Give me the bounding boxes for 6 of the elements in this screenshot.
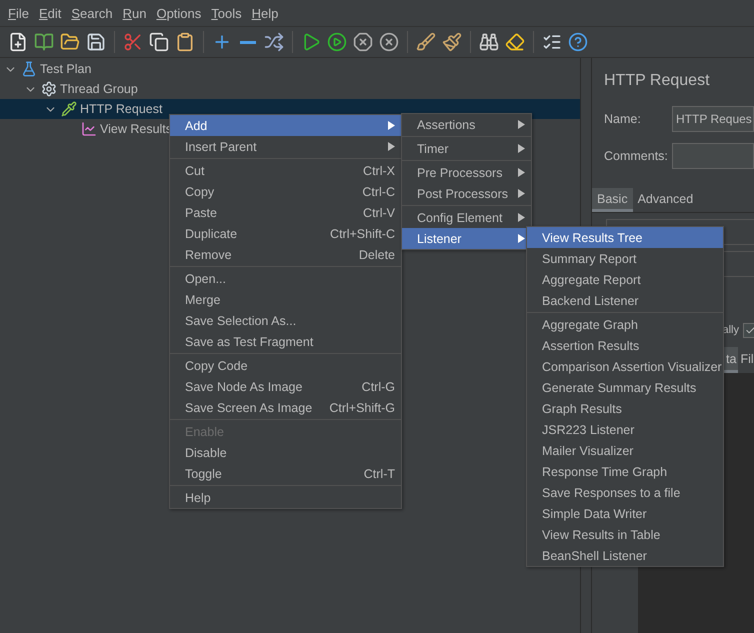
tree-node-label: Test Plan [40, 62, 92, 76]
tree-node-label: HTTP Request [80, 102, 162, 116]
field-label: Name: [604, 112, 642, 126]
field-label: Comments: [604, 148, 666, 162]
panel-title: HTTP Request [603, 71, 711, 91]
tree-node-label: Thread Group [60, 82, 138, 96]
